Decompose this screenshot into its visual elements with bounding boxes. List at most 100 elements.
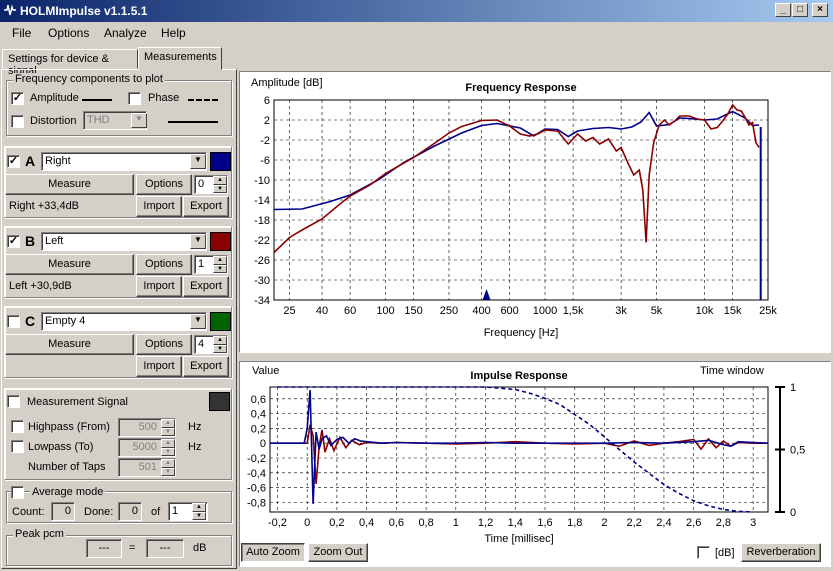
series-line-0 [273,110,760,211]
chevron-down-icon[interactable]: ▼ [190,234,206,249]
chevron-down-icon[interactable]: ▼ [190,154,206,169]
channel-a-measure-button[interactable]: Measure [5,174,134,195]
count-label: Count: [12,506,45,518]
right-axis-tick-label: 1 [790,382,796,394]
taps-spinner[interactable]: ▲ ▼ [161,459,175,476]
channel-c-measure-button[interactable]: Measure [5,334,134,355]
x-tick-label: 3k [615,305,627,317]
channel-a-spinner[interactable]: ▲ ▼ [213,176,227,193]
amplitude-line-sample [82,99,112,101]
highpass-label: Highpass (From) [28,421,110,433]
channel-c-color-swatch[interactable] [210,312,231,331]
channel-a-letter: A [25,153,36,169]
highpass-spinner[interactable]: ▲ ▼ [161,419,175,436]
app-icon [4,4,16,16]
peak-equals: = [129,542,136,554]
x-tick-label: 5k [651,305,663,317]
lowpass-checkbox[interactable] [11,440,24,453]
x-tick-label: 10k [696,305,714,317]
channel-b-color-swatch[interactable] [210,232,231,251]
channel-a-import-button[interactable]: Import [136,196,182,217]
channel-b-spinner[interactable]: ▲ ▼ [213,256,227,273]
x-tick-label: -0,2 [268,517,287,529]
channel-b-level: Left +30,9dB [9,280,72,292]
menu-help[interactable]: Help [161,26,186,40]
x-tick-label: 2 [601,517,607,529]
channel-a-options-button[interactable]: Options [136,174,192,195]
done-label: Done: [84,506,114,518]
x-tick-label: 1000 [533,305,557,317]
channel-b-export-button[interactable]: Export [183,276,229,297]
db-checkbox[interactable] [697,546,710,559]
distortion-checkbox[interactable] [11,115,24,128]
channel-b-import-button[interactable]: Import [136,276,182,297]
y-tick-label: 0,2 [251,423,266,435]
channel-a-color-swatch[interactable] [210,152,231,171]
impulse-response-panel: -0,2 0 0,2 0,4 0,6 0,8 1 1,2 1,4 1,6 1,8 2 2,2 2,4 2,6… [239,361,831,567]
x-tick-label: 0,6 [389,517,404,529]
y-tick-label: -22 [254,235,270,247]
menu-analyze[interactable]: Analyze [104,26,147,40]
average-of-spinner[interactable]: ▲ ▼ [192,503,206,520]
y-tick-label: -0,2 [247,453,266,465]
channel-c-spinner[interactable]: ▲ ▼ [213,336,227,353]
channel-a-name-select[interactable]: Right [41,152,207,171]
x-tick-label: 1,8 [567,517,582,529]
channel-c-options-button[interactable]: Options [136,334,192,355]
channel-c-name-select[interactable]: Empty 4 [41,312,207,331]
x-tick-label: 600 [500,305,518,317]
channel-c-checkbox[interactable] [7,315,20,328]
lowpass-spinner[interactable]: ▲ ▼ [161,439,175,456]
measurement-signal-color-swatch[interactable] [209,392,230,411]
right-axis-label: Time window [700,365,764,377]
y-tick-label: -0,8 [247,497,266,509]
amplitude-checkbox[interactable]: ✓ [11,92,24,105]
amplitude-label: Amplitude [30,92,79,104]
channel-b-measure-button[interactable]: Measure [5,254,134,275]
minimize-button[interactable]: _ [775,3,791,17]
channel-c-import-button[interactable]: Import [136,356,182,377]
chevron-down-icon[interactable]: ▼ [131,113,147,128]
highpass-checkbox[interactable] [11,420,24,433]
close-button[interactable]: × [812,3,828,17]
tab-measurements[interactable]: Measurements [138,47,222,70]
measurement-signal-checkbox[interactable] [7,395,20,408]
maximize-button[interactable]: □ [792,3,808,17]
x-tick-label: 0,2 [329,517,344,529]
auto-zoom-button[interactable]: Auto Zoom [241,543,305,562]
peak-pcm-title: Peak pcm [13,528,66,540]
done-value: 0 [118,502,142,521]
frequency-components-title: Frequency components to plot [13,73,165,85]
frequency-response-chart[interactable]: 25 40 60 100 150 250 400 600 1000 1,5k 3k 5k 10k 15k 2… [240,72,830,352]
x-tick-label: 15k [724,305,742,317]
x-tick-label: 2,6 [686,517,701,529]
x-tick-label: 250 [440,305,458,317]
impulse-response-chart[interactable]: -0,2 0 0,2 0,4 0,6 0,8 1 1,2 1,4 1,6 1,8 2 2,2 2,4 2,6… [240,362,830,566]
peak-right-value: --- [146,539,184,558]
chevron-down-icon[interactable]: ▼ [190,314,206,329]
distortion-label: Distortion [30,115,77,127]
y-tick-label: 2 [264,115,270,127]
tab-settings[interactable]: Settings for device & signal [2,49,138,77]
zoom-out-button[interactable]: Zoom Out [308,543,368,562]
highpass-unit: Hz [188,421,202,433]
menu-options[interactable]: Options [48,26,89,40]
y-tick-label: -26 [254,255,270,267]
x-tick-label: 2,2 [627,517,642,529]
average-mode-checkbox[interactable] [11,486,24,499]
channel-a-export-button[interactable]: Export [183,196,229,217]
channel-b-options-button[interactable]: Options [136,254,192,275]
y-tick-label: 6 [264,95,270,107]
reverberation-button[interactable]: Reverberation [741,543,821,562]
channel-b-name-select[interactable]: Left [41,232,207,251]
x-tick-label: 25 [283,305,295,317]
channel-b-checkbox[interactable]: ✓ [7,235,20,248]
of-label: of [151,506,161,518]
x-tick-label: 3 [750,517,756,529]
channel-a-level: Right +33,4dB [9,200,80,212]
menu-file[interactable]: File [12,26,31,40]
phase-checkbox[interactable] [128,92,141,105]
channel-c-export-button[interactable]: Export [183,356,229,377]
channel-a-checkbox[interactable]: ✓ [7,155,20,168]
frequency-cursor-marker [482,289,491,300]
